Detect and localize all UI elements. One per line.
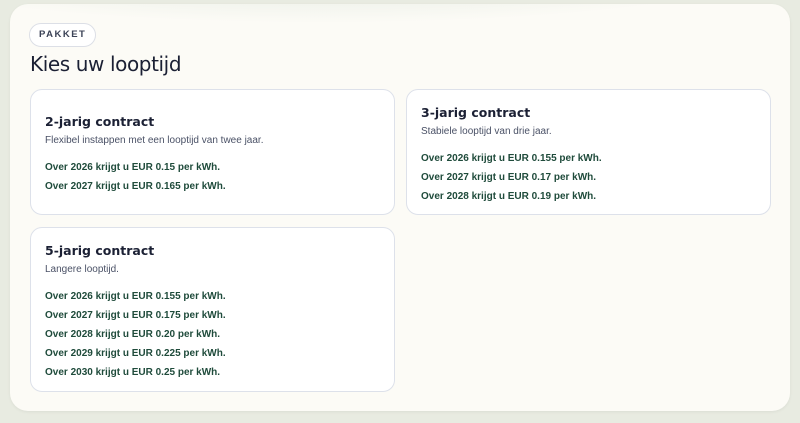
contract-card-2-year[interactable]: 2-jarig contract Flexibel instappen met … xyxy=(30,89,395,215)
contract-title: 3-jarig contract xyxy=(421,105,531,120)
rate-line: Over 2026 krijgt u EUR 0.155 per kWh. xyxy=(45,291,226,302)
rate-line: Over 2030 krijgt u EUR 0.25 per kWh. xyxy=(45,367,221,378)
contract-card-5-year[interactable]: 5-jarig contract Langere looptijd. Over … xyxy=(30,227,395,392)
rate-line: Over 2027 krijgt u EUR 0.175 per kWh. xyxy=(45,310,226,321)
contract-description: Stabiele looptijd van drie jaar. xyxy=(421,126,552,137)
rate-line: Over 2026 krijgt u EUR 0.155 per kWh. xyxy=(421,153,602,164)
rate-line: Over 2028 krijgt u EUR 0.20 per kWh. xyxy=(45,329,221,340)
page-title: Kies uw looptijd xyxy=(30,52,182,76)
contract-title: 5-jarig contract xyxy=(45,243,155,258)
rate-line: Over 2027 krijgt u EUR 0.165 per kWh. xyxy=(45,181,226,192)
rate-line: Over 2029 krijgt u EUR 0.225 per kWh. xyxy=(45,348,226,359)
contract-title: 2-jarig contract xyxy=(45,114,155,129)
package-panel: PAKKET Kies uw looptijd 2-jarig contract… xyxy=(10,4,790,411)
contract-card-3-year[interactable]: 3-jarig contract Stabiele looptijd van d… xyxy=(406,89,771,215)
contract-description: Langere looptijd. xyxy=(45,264,119,275)
rate-line: Over 2028 krijgt u EUR 0.19 per kWh. xyxy=(421,191,597,202)
rate-line: Over 2027 krijgt u EUR 0.17 per kWh. xyxy=(421,172,597,183)
rate-line: Over 2026 krijgt u EUR 0.15 per kWh. xyxy=(45,162,221,173)
section-badge: PAKKET xyxy=(29,23,97,47)
contract-description: Flexibel instappen met een looptijd van … xyxy=(45,135,264,146)
